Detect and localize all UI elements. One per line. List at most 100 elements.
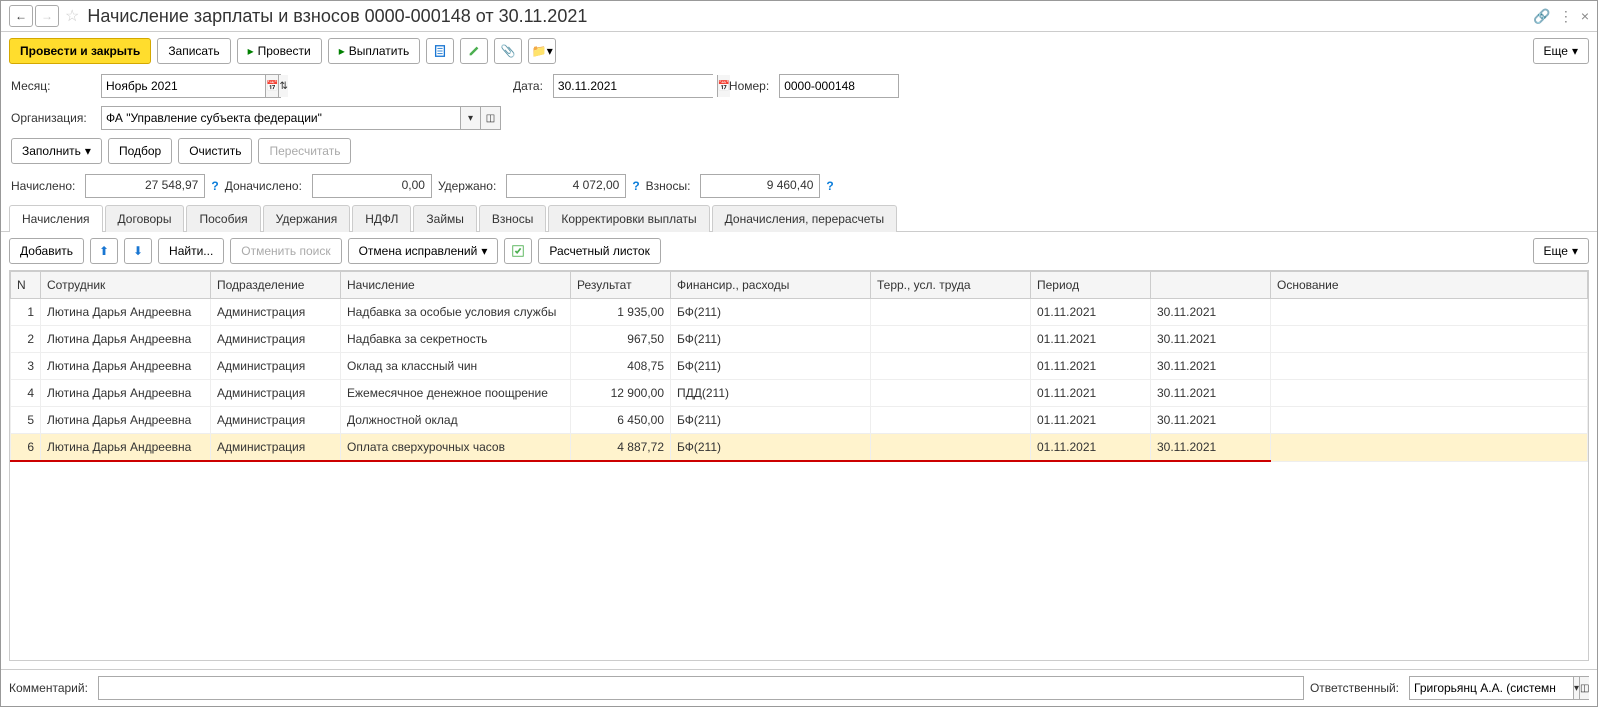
responsible-input[interactable] bbox=[1410, 677, 1573, 699]
col-header[interactable]: Начисление bbox=[341, 272, 571, 299]
form-row-1: Месяц: 📅 ⇅ Дата: 📅 Номер: bbox=[1, 70, 1597, 102]
payslip-button[interactable]: Расчетный листок bbox=[538, 238, 660, 264]
tab-more-button[interactable]: Еще ▾ bbox=[1533, 238, 1589, 264]
date-input[interactable] bbox=[554, 75, 717, 97]
col-header[interactable]: Период bbox=[1031, 272, 1151, 299]
comment-input[interactable] bbox=[98, 676, 1304, 700]
extra-value: 0,00 bbox=[312, 174, 432, 198]
cell: Администрация bbox=[211, 434, 341, 462]
month-input[interactable] bbox=[102, 75, 265, 97]
col-header[interactable]: N bbox=[11, 272, 41, 299]
folder-button[interactable]: 📁▾ bbox=[528, 38, 556, 64]
cell bbox=[1271, 353, 1588, 380]
save-button[interactable]: Записать bbox=[157, 38, 230, 64]
month-field[interactable]: 📅 ⇅ bbox=[101, 74, 281, 98]
stepper-icon[interactable]: ⇅ bbox=[278, 75, 287, 97]
more-button[interactable]: Еще ▾ bbox=[1533, 38, 1589, 64]
cancel-search-button[interactable]: Отменить поиск bbox=[230, 238, 341, 264]
arrow-down-icon: ⬇ bbox=[133, 244, 143, 258]
col-header[interactable]: Основание bbox=[1271, 272, 1588, 299]
recalc-button[interactable]: Пересчитать bbox=[258, 138, 351, 164]
forward-button[interactable]: → bbox=[35, 5, 59, 27]
calendar-icon[interactable]: 📅 bbox=[265, 75, 278, 97]
grid[interactable]: NСотрудникПодразделениеНачислениеРезульт… bbox=[9, 270, 1589, 661]
add-button[interactable]: Добавить bbox=[9, 238, 84, 264]
accruals-table: NСотрудникПодразделениеНачислениеРезульт… bbox=[10, 271, 1588, 462]
date-field[interactable]: 📅 bbox=[553, 74, 713, 98]
edit-button[interactable] bbox=[460, 38, 488, 64]
close-icon[interactable]: × bbox=[1581, 8, 1589, 25]
help-icon[interactable]: ? bbox=[211, 179, 218, 193]
help-icon[interactable]: ? bbox=[826, 179, 833, 193]
tab-6[interactable]: Взносы bbox=[479, 205, 546, 232]
tab-5[interactable]: Займы bbox=[413, 205, 477, 232]
org-field[interactable]: ▾ ◫ bbox=[101, 106, 501, 130]
cell: Лютина Дарья Андреевна bbox=[41, 353, 211, 380]
help-icon[interactable]: ? bbox=[632, 179, 639, 193]
favorite-icon[interactable]: ☆ bbox=[65, 6, 79, 26]
contrib-label: Взносы: bbox=[646, 179, 691, 193]
tab-3[interactable]: Удержания bbox=[263, 205, 351, 232]
link-icon[interactable]: 🔗 bbox=[1533, 8, 1550, 25]
pay-button[interactable]: ▸Выплатить bbox=[328, 38, 421, 64]
tab-8[interactable]: Доначисления, перерасчеты bbox=[712, 205, 897, 232]
back-button[interactable]: ← bbox=[9, 5, 33, 27]
cell: Лютина Дарья Андреевна bbox=[41, 407, 211, 434]
tab-1[interactable]: Договоры bbox=[105, 205, 185, 232]
post-close-button[interactable]: Провести и закрыть bbox=[9, 38, 151, 64]
table-row[interactable]: 5Лютина Дарья АндреевнаАдминистрацияДолж… bbox=[11, 407, 1588, 434]
cell: 2 bbox=[11, 326, 41, 353]
cell: Администрация bbox=[211, 326, 341, 353]
table-row[interactable]: 2Лютина Дарья АндреевнаАдминистрацияНадб… bbox=[11, 326, 1588, 353]
move-up-button[interactable]: ⬆ bbox=[90, 238, 118, 264]
open-icon[interactable]: ◫ bbox=[480, 107, 500, 129]
open-icon[interactable]: ◫ bbox=[1579, 677, 1589, 699]
fill-button[interactable]: Заполнить ▾ bbox=[11, 138, 102, 164]
org-input[interactable] bbox=[102, 107, 460, 129]
cell: 6 bbox=[11, 434, 41, 462]
col-header[interactable]: Терр., усл. труда bbox=[871, 272, 1031, 299]
cell: 4 887,72 bbox=[571, 434, 671, 462]
cell: Администрация bbox=[211, 353, 341, 380]
table-row[interactable]: 1Лютина Дарья АндреевнаАдминистрацияНадб… bbox=[11, 299, 1588, 326]
tab-2[interactable]: Пособия bbox=[186, 205, 260, 232]
find-button[interactable]: Найти... bbox=[158, 238, 224, 264]
cancel-fixes-button[interactable]: Отмена исправлений ▾ bbox=[348, 238, 499, 264]
col-header[interactable]: Финансир., расходы bbox=[671, 272, 871, 299]
col-header[interactable]: Сотрудник bbox=[41, 272, 211, 299]
table-row[interactable]: 4Лютина Дарья АндреевнаАдминистрацияЕжем… bbox=[11, 380, 1588, 407]
main-toolbar: Провести и закрыть Записать ▸Провести ▸В… bbox=[1, 32, 1597, 70]
pick-button[interactable]: Подбор bbox=[108, 138, 172, 164]
cell: 01.11.2021 bbox=[1031, 326, 1151, 353]
responsible-field[interactable]: ▾ ◫ bbox=[1409, 676, 1589, 700]
move-down-button[interactable]: ⬇ bbox=[124, 238, 152, 264]
cell: БФ(211) bbox=[671, 407, 871, 434]
col-header[interactable]: Подразделение bbox=[211, 272, 341, 299]
table-row[interactable]: 3Лютина Дарья АндреевнаАдминистрацияОкла… bbox=[11, 353, 1588, 380]
cell: 5 bbox=[11, 407, 41, 434]
post-button[interactable]: ▸Провести bbox=[237, 38, 322, 64]
window-title: Начисление зарплаты и взносов 0000-00014… bbox=[87, 6, 587, 27]
col-header[interactable] bbox=[1151, 272, 1271, 299]
cell: 967,50 bbox=[571, 326, 671, 353]
attach-button[interactable]: 📎 bbox=[494, 38, 522, 64]
table-row[interactable]: 6Лютина Дарья АндреевнаАдминистрацияОпла… bbox=[11, 434, 1588, 462]
cell bbox=[871, 380, 1031, 407]
tab-4[interactable]: НДФЛ bbox=[352, 205, 411, 232]
number-input[interactable] bbox=[779, 74, 899, 98]
cell bbox=[1271, 380, 1588, 407]
menu-icon[interactable]: ⋮ bbox=[1559, 8, 1573, 25]
clear-button[interactable]: Очистить bbox=[178, 138, 252, 164]
cell: 01.11.2021 bbox=[1031, 407, 1151, 434]
tab-7[interactable]: Корректировки выплаты bbox=[548, 205, 709, 232]
grid-action-button[interactable] bbox=[504, 238, 532, 264]
tab-0[interactable]: Начисления bbox=[9, 205, 103, 232]
folder-icon: 📁▾ bbox=[532, 44, 553, 58]
cell: Лютина Дарья Андреевна bbox=[41, 380, 211, 407]
report-button[interactable] bbox=[426, 38, 454, 64]
cell: 3 bbox=[11, 353, 41, 380]
col-header[interactable]: Результат bbox=[571, 272, 671, 299]
cell: 01.11.2021 bbox=[1031, 380, 1151, 407]
month-label: Месяц: bbox=[11, 79, 91, 93]
dropdown-icon[interactable]: ▾ bbox=[460, 107, 480, 129]
